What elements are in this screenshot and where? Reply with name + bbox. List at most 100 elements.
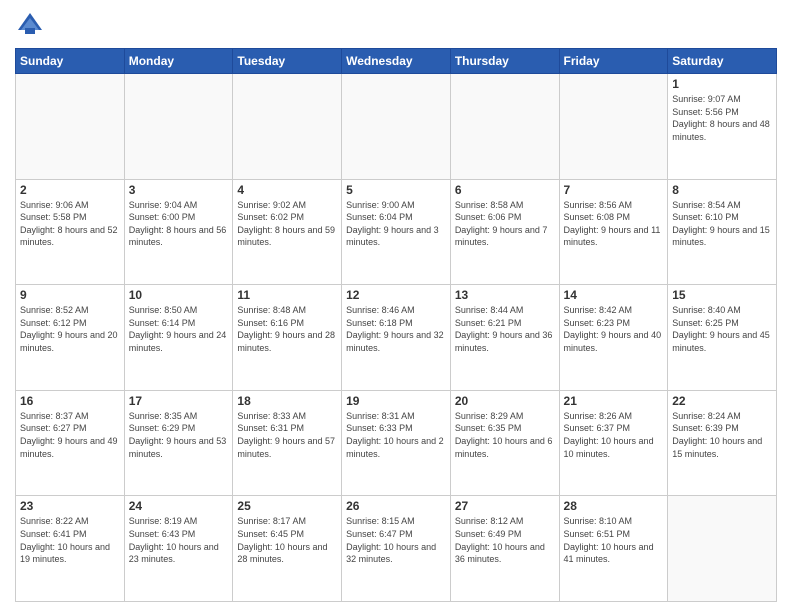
calendar-cell: 16 Sunrise: 8:37 AM Sunset: 6:27 PM Dayli… xyxy=(16,390,125,496)
day-info: Sunrise: 8:29 AM Sunset: 6:35 PM Dayligh… xyxy=(455,410,555,460)
day-number: 8 xyxy=(672,183,772,197)
day-info: Sunrise: 8:12 AM Sunset: 6:49 PM Dayligh… xyxy=(455,515,555,565)
calendar-cell: 27 Sunrise: 8:12 AM Sunset: 6:49 PM Dayli… xyxy=(450,496,559,602)
calendar-cell xyxy=(450,74,559,180)
calendar-cell: 18 Sunrise: 8:33 AM Sunset: 6:31 PM Dayli… xyxy=(233,390,342,496)
calendar-cell xyxy=(559,74,668,180)
day-number: 25 xyxy=(237,499,337,513)
calendar-cell: 10Sunrise: 8:50 AM Sunset: 6:14 PM Dayli… xyxy=(124,285,233,391)
calendar-cell: 21 Sunrise: 8:26 AM Sunset: 6:37 PM Dayli… xyxy=(559,390,668,496)
day-info: Sunrise: 8:37 AM Sunset: 6:27 PM Dayligh… xyxy=(20,410,120,460)
calendar-cell: 20 Sunrise: 8:29 AM Sunset: 6:35 PM Dayli… xyxy=(450,390,559,496)
day-number: 22 xyxy=(672,394,772,408)
day-number: 2 xyxy=(20,183,120,197)
day-info: Sunrise: 8:33 AM Sunset: 6:31 PM Dayligh… xyxy=(237,410,337,460)
calendar-cell: 13 Sunrise: 8:44 AM Sunset: 6:21 PM Dayli… xyxy=(450,285,559,391)
day-number: 20 xyxy=(455,394,555,408)
calendar-cell xyxy=(342,74,451,180)
day-info: Sunrise: 8:58 AM Sunset: 6:06 PM Dayligh… xyxy=(455,199,555,249)
calendar-header-row: SundayMondayTuesdayWednesdayThursdayFrid… xyxy=(16,49,777,74)
day-number: 21 xyxy=(564,394,664,408)
calendar-cell: 24 Sunrise: 8:19 AM Sunset: 6:43 PM Dayli… xyxy=(124,496,233,602)
calendar-week-row: 9 Sunrise: 8:52 AM Sunset: 6:12 PM Daylig… xyxy=(16,285,777,391)
day-number: 4 xyxy=(237,183,337,197)
calendar-table: SundayMondayTuesdayWednesdayThursdayFrid… xyxy=(15,48,777,602)
calendar-cell: 19 Sunrise: 8:31 AM Sunset: 6:33 PM Dayli… xyxy=(342,390,451,496)
day-number: 14 xyxy=(564,288,664,302)
calendar-day-header: Tuesday xyxy=(233,49,342,74)
header xyxy=(15,10,777,40)
day-number: 26 xyxy=(346,499,446,513)
day-info: Sunrise: 8:19 AM Sunset: 6:43 PM Dayligh… xyxy=(129,515,229,565)
calendar-cell: 26 Sunrise: 8:15 AM Sunset: 6:47 PM Dayli… xyxy=(342,496,451,602)
day-number: 28 xyxy=(564,499,664,513)
page: SundayMondayTuesdayWednesdayThursdayFrid… xyxy=(0,0,792,612)
day-info: Sunrise: 8:44 AM Sunset: 6:21 PM Dayligh… xyxy=(455,304,555,354)
calendar-cell: 12Sunrise: 8:46 AM Sunset: 6:18 PM Dayli… xyxy=(342,285,451,391)
day-info: Sunrise: 9:06 AM Sunset: 5:58 PM Dayligh… xyxy=(20,199,120,249)
day-info: Sunrise: 8:24 AM Sunset: 6:39 PM Dayligh… xyxy=(672,410,772,460)
day-number: 7 xyxy=(564,183,664,197)
day-number: 15 xyxy=(672,288,772,302)
day-number: 12 xyxy=(346,288,446,302)
day-number: 11 xyxy=(237,288,337,302)
day-number: 24 xyxy=(129,499,229,513)
day-info: Sunrise: 8:22 AM Sunset: 6:41 PM Dayligh… xyxy=(20,515,120,565)
calendar-cell: 15 Sunrise: 8:40 AM Sunset: 6:25 PM Dayli… xyxy=(668,285,777,391)
calendar-week-row: 1 Sunrise: 9:07 AM Sunset: 5:56 PM Daylig… xyxy=(16,74,777,180)
day-info: Sunrise: 8:15 AM Sunset: 6:47 PM Dayligh… xyxy=(346,515,446,565)
day-info: Sunrise: 9:02 AM Sunset: 6:02 PM Dayligh… xyxy=(237,199,337,249)
calendar-cell: 11 Sunrise: 8:48 AM Sunset: 6:16 PM Dayli… xyxy=(233,285,342,391)
day-info: Sunrise: 8:40 AM Sunset: 6:25 PM Dayligh… xyxy=(672,304,772,354)
day-number: 13 xyxy=(455,288,555,302)
day-number: 18 xyxy=(237,394,337,408)
day-info: Sunrise: 8:35 AM Sunset: 6:29 PM Dayligh… xyxy=(129,410,229,460)
calendar-cell: 22 Sunrise: 8:24 AM Sunset: 6:39 PM Dayli… xyxy=(668,390,777,496)
day-number: 9 xyxy=(20,288,120,302)
day-info: Sunrise: 9:00 AM Sunset: 6:04 PM Dayligh… xyxy=(346,199,446,249)
calendar-cell xyxy=(124,74,233,180)
calendar-cell: 23 Sunrise: 8:22 AM Sunset: 6:41 PM Dayli… xyxy=(16,496,125,602)
calendar-day-header: Monday xyxy=(124,49,233,74)
calendar-day-header: Friday xyxy=(559,49,668,74)
day-info: Sunrise: 8:42 AM Sunset: 6:23 PM Dayligh… xyxy=(564,304,664,354)
calendar-cell: 25 Sunrise: 8:17 AM Sunset: 6:45 PM Dayli… xyxy=(233,496,342,602)
calendar-day-header: Wednesday xyxy=(342,49,451,74)
day-number: 27 xyxy=(455,499,555,513)
day-info: Sunrise: 8:54 AM Sunset: 6:10 PM Dayligh… xyxy=(672,199,772,249)
day-number: 1 xyxy=(672,77,772,91)
calendar-day-header: Sunday xyxy=(16,49,125,74)
day-info: Sunrise: 9:04 AM Sunset: 6:00 PM Dayligh… xyxy=(129,199,229,249)
day-info: Sunrise: 8:26 AM Sunset: 6:37 PM Dayligh… xyxy=(564,410,664,460)
calendar-day-header: Thursday xyxy=(450,49,559,74)
day-info: Sunrise: 8:48 AM Sunset: 6:16 PM Dayligh… xyxy=(237,304,337,354)
calendar-week-row: 16 Sunrise: 8:37 AM Sunset: 6:27 PM Dayli… xyxy=(16,390,777,496)
calendar-cell: 6 Sunrise: 8:58 AM Sunset: 6:06 PM Daylig… xyxy=(450,179,559,285)
day-number: 19 xyxy=(346,394,446,408)
day-info: Sunrise: 8:52 AM Sunset: 6:12 PM Dayligh… xyxy=(20,304,120,354)
calendar-day-header: Saturday xyxy=(668,49,777,74)
day-number: 5 xyxy=(346,183,446,197)
calendar-cell: 7 Sunrise: 8:56 AM Sunset: 6:08 PM Daylig… xyxy=(559,179,668,285)
calendar-cell: 2 Sunrise: 9:06 AM Sunset: 5:58 PM Daylig… xyxy=(16,179,125,285)
calendar-cell: 9 Sunrise: 8:52 AM Sunset: 6:12 PM Daylig… xyxy=(16,285,125,391)
calendar-cell xyxy=(16,74,125,180)
day-number: 6 xyxy=(455,183,555,197)
day-info: Sunrise: 8:17 AM Sunset: 6:45 PM Dayligh… xyxy=(237,515,337,565)
day-info: Sunrise: 9:07 AM Sunset: 5:56 PM Dayligh… xyxy=(672,93,772,143)
calendar-cell: 28Sunrise: 8:10 AM Sunset: 6:51 PM Dayli… xyxy=(559,496,668,602)
day-number: 16 xyxy=(20,394,120,408)
logo-icon xyxy=(15,10,45,40)
day-info: Sunrise: 8:31 AM Sunset: 6:33 PM Dayligh… xyxy=(346,410,446,460)
logo xyxy=(15,10,49,40)
calendar-cell xyxy=(668,496,777,602)
day-info: Sunrise: 8:56 AM Sunset: 6:08 PM Dayligh… xyxy=(564,199,664,249)
day-info: Sunrise: 8:50 AM Sunset: 6:14 PM Dayligh… xyxy=(129,304,229,354)
calendar-week-row: 23 Sunrise: 8:22 AM Sunset: 6:41 PM Dayli… xyxy=(16,496,777,602)
calendar-cell: 8 Sunrise: 8:54 AM Sunset: 6:10 PM Daylig… xyxy=(668,179,777,285)
calendar-cell: 4 Sunrise: 9:02 AM Sunset: 6:02 PM Daylig… xyxy=(233,179,342,285)
day-number: 23 xyxy=(20,499,120,513)
calendar-week-row: 2 Sunrise: 9:06 AM Sunset: 5:58 PM Daylig… xyxy=(16,179,777,285)
calendar-cell: 3Sunrise: 9:04 AM Sunset: 6:00 PM Daylig… xyxy=(124,179,233,285)
calendar-cell xyxy=(233,74,342,180)
